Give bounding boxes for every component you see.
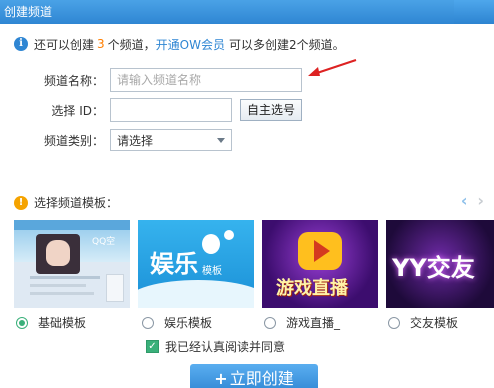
next-arrow-icon[interactable]: › [477, 192, 484, 210]
dating-thumb-text: YY交友 [392, 254, 475, 282]
quota-notice: i 还可以创建 3 个频道， 开通OW会员 可以多创建2个频道。 [14, 34, 345, 54]
entertainment-thumb-text: 娱乐 [150, 250, 198, 278]
game-thumb-text: 游戏直播 [276, 278, 348, 299]
template-section-heading: ! 选择频道模板： [14, 194, 118, 211]
checkmark-icon[interactable]: ✓ [146, 340, 159, 353]
template-label-game-live: 游戏直播_ [286, 316, 341, 330]
channel-name-label: 频道名称： [43, 73, 104, 88]
agreement-row[interactable]: ✓ 我已经认真阅读并同意 [146, 338, 285, 355]
notice-prefix: 还可以创建 [34, 37, 95, 52]
category-label: 频道类别： [43, 133, 104, 148]
select-id-input[interactable] [110, 98, 232, 122]
template-label-entertainment: 娱乐模板 [164, 316, 213, 330]
template-thumb-game-live[interactable]: 游戏直播 [262, 220, 378, 308]
radio-dating[interactable] [388, 316, 400, 329]
create-now-label: 立即创建 [229, 369, 294, 388]
template-label-basic: 基础模板 [38, 316, 87, 330]
template-option-basic[interactable]: 基础模板 [16, 314, 86, 331]
template-option-dating[interactable]: 交友模板 [388, 314, 458, 331]
notice-mid: 个频道， [107, 37, 156, 52]
template-heading: 选择频道模板： [34, 196, 119, 210]
template-option-game-live[interactable]: 游戏直播_ [264, 314, 340, 331]
select-id-label: 选择 ID： [51, 103, 104, 118]
agreement-label: 我已经认真阅读并同意 [165, 340, 286, 354]
window-titlebar: 创建频道 [0, 0, 494, 24]
channel-name-row: 频道名称： [20, 68, 302, 92]
chevron-down-icon [217, 137, 225, 143]
category-value: 请选择 [117, 133, 154, 148]
basic-thumb-text: QQ空 [92, 237, 116, 247]
category-select[interactable]: 请选择 [110, 129, 232, 151]
radio-basic[interactable] [16, 316, 28, 329]
ow-membership-link[interactable]: 开通OW会员 [156, 36, 225, 53]
channel-name-input[interactable] [110, 68, 302, 92]
template-nav: ‹ › [461, 192, 484, 210]
radio-entertainment[interactable] [142, 316, 154, 329]
titlebar-button-area[interactable] [454, 0, 494, 24]
template-thumb-entertainment[interactable]: 娱乐 模板 [138, 220, 254, 308]
exclamation-icon: ! [14, 195, 28, 210]
plus-icon: + [214, 369, 228, 388]
prev-arrow-icon[interactable]: ‹ [461, 192, 468, 210]
template-thumb-dating[interactable]: YY交友 [386, 220, 494, 308]
template-option-entertainment[interactable]: 娱乐模板 [142, 314, 212, 331]
entertainment-thumb-sub: 模板 [202, 266, 222, 277]
template-label-dating: 交友模板 [410, 316, 459, 330]
window-title: 创建频道 [4, 5, 53, 19]
select-id-row: 选择 ID： 自主选号 [20, 98, 303, 122]
red-arrow-annotation [308, 59, 357, 76]
template-thumb-basic[interactable]: QQ空 [14, 220, 130, 308]
notice-suffix: 可以多创建2个频道。 [228, 37, 345, 52]
create-now-button[interactable]: + 立即创建 [190, 364, 318, 388]
self-select-button[interactable]: 自主选号 [240, 99, 303, 121]
radio-game-live[interactable] [264, 316, 276, 329]
info-icon: i [14, 37, 28, 51]
remaining-count: 3 [97, 37, 105, 51]
category-row: 频道类别： 请选择 [20, 129, 232, 151]
